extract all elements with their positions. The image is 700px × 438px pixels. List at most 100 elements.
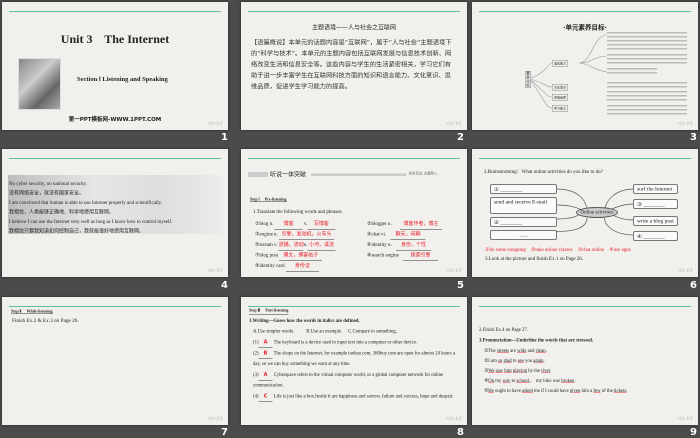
vocab-answer: 小河，溪流 (307, 240, 336, 251)
center-node: Online activities (576, 207, 618, 218)
stress-sentences: ①The streets are wide and clean. ②I am so… (479, 346, 691, 396)
activity-box: send and receive E-mail (490, 197, 557, 214)
vocab-answer: 博客作者，博主 (400, 219, 443, 230)
item-answer: B (258, 348, 273, 359)
task-text: 1.Writing—Guess how the words in italics… (249, 318, 360, 324)
answer: ③chat online (577, 247, 605, 253)
slide-nav-icon[interactable]: ◁ ▷ ▷| (677, 121, 692, 126)
slide-number: 5 (457, 280, 464, 291)
sentence-text: my (494, 378, 503, 384)
vocab-answer: 身份证 (285, 261, 319, 272)
vocab-answer: 写博客 (307, 219, 336, 230)
step-label: Step Ⅱ (11, 309, 22, 314)
vocab-label: ⑥identity n. (367, 242, 392, 248)
slide-nav-icon[interactable]: ◁ ▷ ▷| (207, 121, 222, 126)
vocab-label: ⑤stream v. (255, 242, 278, 248)
slide-nav-icon[interactable]: ◁ ▷ ▷| (207, 268, 222, 273)
slide-number: 8 (457, 427, 464, 438)
stressed-word: school (516, 378, 529, 384)
slide-nav-icon[interactable]: ◁ ▷ ▷| (677, 416, 692, 421)
slide-thumbnail-4[interactable]: No cyber security, no national security.… (2, 149, 228, 277)
task-text: 1.Translate the following words and phra… (253, 209, 343, 215)
slide-thumbnail-9[interactable]: 2.Finish Ex.4 on Page 27. 3.Pronunciatio… (472, 297, 698, 425)
sentence-text: ， my bike was (528, 378, 562, 384)
divider (9, 11, 221, 12)
slide-nav-icon[interactable]: ◁ ▷ ▷| (677, 268, 692, 273)
slide-thumbnail-6[interactable]: 2.Brainstorming：What online activities d… (472, 149, 698, 277)
step-label: Step Ⅰ (250, 197, 260, 202)
slide-number: 1 (221, 132, 228, 143)
sentence-text: and (526, 348, 536, 354)
options-text: A.Use simpler words. B.Use an example. C… (253, 329, 397, 334)
section-header: 听说一体突破 (270, 171, 307, 178)
slide-thumbnail-1[interactable]: Unit 3 The Internet Section Ⅰ Listening … (2, 2, 228, 130)
stress-sentence: ④On my way to school， my bike was broken… (484, 376, 691, 386)
answer: ①do some shopping (485, 247, 526, 253)
vocab-answer: 聊天，闲聊 (390, 230, 426, 240)
vocab-answer: 博客 (274, 219, 303, 230)
mind-map-branch: 语言能力 (552, 60, 569, 67)
slide-nav-icon[interactable]: ◁ ▷ ▷| (207, 416, 222, 421)
vocab-answer: 身份，个性 (396, 240, 432, 251)
divider (248, 158, 460, 159)
mind-map-branch: 文化意识 (552, 84, 569, 91)
quote-cn: 我相信只要我知道如何控制自己，我就能很好地使用互联网。 (9, 228, 144, 235)
slide-thumbnail-7[interactable]: Step Ⅱ While-listening Finish Ex.2 & Ex.… (2, 297, 228, 425)
activity-box: ① ________ (490, 184, 557, 194)
vocab-label: ④chat vi. (367, 231, 387, 238)
slide-nav-icon[interactable]: ◁ ▷ ▷| (446, 121, 461, 126)
slide-number: 9 (690, 427, 697, 438)
mind-map (530, 32, 687, 115)
activity-box: ...... (490, 230, 557, 240)
stressed-word: asked (522, 388, 533, 394)
slide-thumbnail-3[interactable]: ·单元素养目标· 素养目标 语言能力 文化意识 思维品质 学习能力 ◁ ▷ ▷| (472, 2, 698, 130)
watermark: 第一PPT模板网-WWW.1PPT.COM (68, 116, 162, 123)
slide-nav-icon[interactable]: ◁ ▷ ▷| (446, 268, 461, 273)
step-title: Pre-listening (264, 197, 287, 202)
step-title: Post-listening (265, 308, 289, 313)
quote-cn: 我相信，人类能够正确地、科学地使用互联网。 (9, 209, 114, 216)
sentence-text: are (508, 348, 518, 354)
step-title: While-listening (26, 309, 53, 314)
quote-cn: 没有网络安全，就没有国家安全。 (9, 190, 84, 197)
stressed-word: saw (495, 368, 504, 374)
vocab-answer: 流播，流动 (278, 240, 304, 251)
item-text: The shops on the Internet, for example t… (253, 351, 455, 367)
answer: ④use apps (609, 247, 631, 253)
sentence-text: . (626, 388, 628, 394)
answer: ②take online classes (530, 247, 573, 253)
divider (9, 158, 221, 159)
slide-thumbnail-2[interactable]: 主题语境——人与社会之互联网 【语篇概说】本单元的话题内容是“互联网”，属于“人… (241, 2, 467, 130)
task-text: Finish Ex.2 & Ex.3 on Page 26. (12, 318, 79, 324)
activity-box: ② ________ (490, 217, 557, 227)
vocab-label: ⑨identity card (255, 263, 285, 269)
sentence-text: ought to have (493, 388, 523, 394)
slide-nav-icon[interactable]: ◁ ▷ ▷| (446, 416, 461, 421)
stress-sentence: ⑤He ought to have asked me if I could ha… (484, 386, 691, 396)
section-header-right: 先听后说 主题导入 (408, 171, 438, 176)
sentence-text: you (523, 358, 534, 364)
stressed-word: clean (535, 348, 546, 354)
slide-heading: 主题语境——人与社会之互联网 (311, 24, 396, 31)
stressed-word: again (533, 358, 544, 364)
slide-number: 4 (221, 280, 228, 291)
slide-number: 6 (690, 280, 697, 291)
item-text: The keyboard is a device used to input t… (273, 340, 418, 345)
stressed-word: broken (561, 378, 575, 384)
slide-thumbnail-5[interactable]: 听说一体突破 先听后说 主题导入 Step Ⅰ Pre-listening 1.… (241, 149, 467, 277)
sentence-text: . (574, 378, 576, 384)
mind-map-branch: 思维品质 (552, 94, 569, 101)
section-title: Section Ⅰ Listening and Speaking (77, 75, 168, 83)
mind-map-root: 素养目标 (525, 71, 531, 88)
activity-box: surf the Internet (633, 184, 678, 194)
stressed-word: river (541, 368, 550, 374)
stress-sentence: ②I am so glad to see you again. (484, 356, 691, 366)
vocab-answer: 搜索引擎 (403, 251, 439, 261)
slide-thumbnail-8[interactable]: Step Ⅲ Post-listening 1.Writing—Guess ho… (241, 297, 467, 425)
stressed-word: few (593, 388, 601, 394)
item-answer: A (258, 370, 273, 381)
stressed-word: wide (517, 348, 527, 354)
sentence-text: . (545, 348, 547, 354)
sentence-text: ②I am (484, 358, 499, 364)
task-text: 3.Look at the picture and finish Ex.1 on… (485, 256, 584, 262)
